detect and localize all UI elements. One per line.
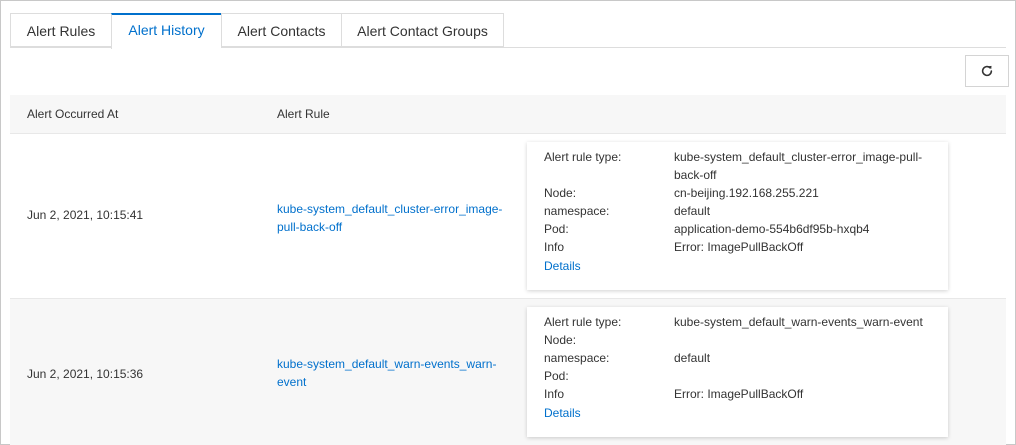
detail-value: kube-system_default_cluster-error_image-…: [674, 150, 923, 182]
alert-time: Jun 2, 2021, 10:15:41: [27, 208, 144, 222]
detail-namespace: namespace: default: [544, 349, 932, 367]
detail-node: Node:: [544, 331, 932, 349]
detail-pod: Pod:: [544, 367, 932, 385]
refresh-icon: [981, 65, 993, 77]
detail-label: namespace:: [544, 204, 610, 218]
detail-value: [674, 331, 932, 349]
detail-label: namespace:: [544, 351, 610, 365]
detail-value: kube-system_default_warn-events_warn-eve…: [674, 315, 923, 329]
detail-value: cn-beijing.192.168.255.221: [674, 186, 819, 200]
details-link[interactable]: Details: [544, 257, 581, 275]
tab-bar: Alert Rules Alert History Alert Contacts…: [10, 13, 504, 49]
alert-time: Jun 2, 2021, 10:15:36: [27, 367, 144, 381]
detail-label: Pod:: [544, 222, 569, 236]
detail-value: application-demo-554b6df95b-hxqb4: [674, 222, 870, 236]
detail-node: Node: cn-beijing.192.168.255.221: [544, 184, 932, 202]
table-header: Alert Occurred At Alert Rule: [10, 95, 1006, 134]
detail-label: Pod:: [544, 369, 569, 383]
tab-alert-rules[interactable]: Alert Rules: [10, 13, 111, 47]
detail-value: Error: ImagePullBackOff: [674, 240, 804, 254]
detail-label: Info: [544, 240, 565, 254]
alert-detail-card: Alert rule type: kube-system_default_war…: [527, 307, 948, 437]
detail-label: Alert rule type:: [544, 315, 622, 329]
detail-value: Error: ImagePullBackOff: [674, 387, 804, 401]
table-row: Jun 2, 2021, 10:15:36 kube-system_defaul…: [10, 299, 1006, 445]
tab-alert-contacts[interactable]: Alert Contacts: [221, 13, 341, 47]
detail-info: Info Error: ImagePullBackOff: [544, 385, 932, 403]
column-header-alert-rule[interactable]: Alert Rule: [277, 95, 330, 133]
detail-info: Info Error: ImagePullBackOff: [544, 238, 932, 256]
alert-detail-card: Alert rule type: kube-system_default_clu…: [527, 142, 948, 290]
alert-rule-link[interactable]: kube-system_default_cluster-error_image-…: [277, 200, 507, 236]
detail-label: Node:: [544, 333, 577, 347]
tab-alert-contact-groups[interactable]: Alert Contact Groups: [341, 13, 504, 47]
detail-label: Alert rule type:: [544, 150, 622, 164]
detail-pod: Pod: application-demo-554b6df95b-hxqb4: [544, 220, 932, 238]
detail-label: Node:: [544, 186, 577, 200]
table-row: Jun 2, 2021, 10:15:41 kube-system_defaul…: [10, 134, 1006, 299]
refresh-button[interactable]: [965, 55, 1009, 87]
detail-value: default: [674, 351, 711, 365]
column-header-occurred-at[interactable]: Alert Occurred At: [27, 95, 118, 133]
alert-rule-link[interactable]: kube-system_default_warn-events_warn-eve…: [277, 355, 507, 391]
details-link[interactable]: Details: [544, 404, 581, 422]
detail-rule-type: Alert rule type: kube-system_default_clu…: [544, 148, 932, 184]
detail-value: [674, 367, 932, 385]
detail-value: default: [674, 204, 711, 218]
tab-alert-history[interactable]: Alert History: [111, 13, 221, 49]
detail-label: Info: [544, 387, 565, 401]
detail-namespace: namespace: default: [544, 202, 932, 220]
detail-rule-type: Alert rule type: kube-system_default_war…: [544, 313, 932, 331]
